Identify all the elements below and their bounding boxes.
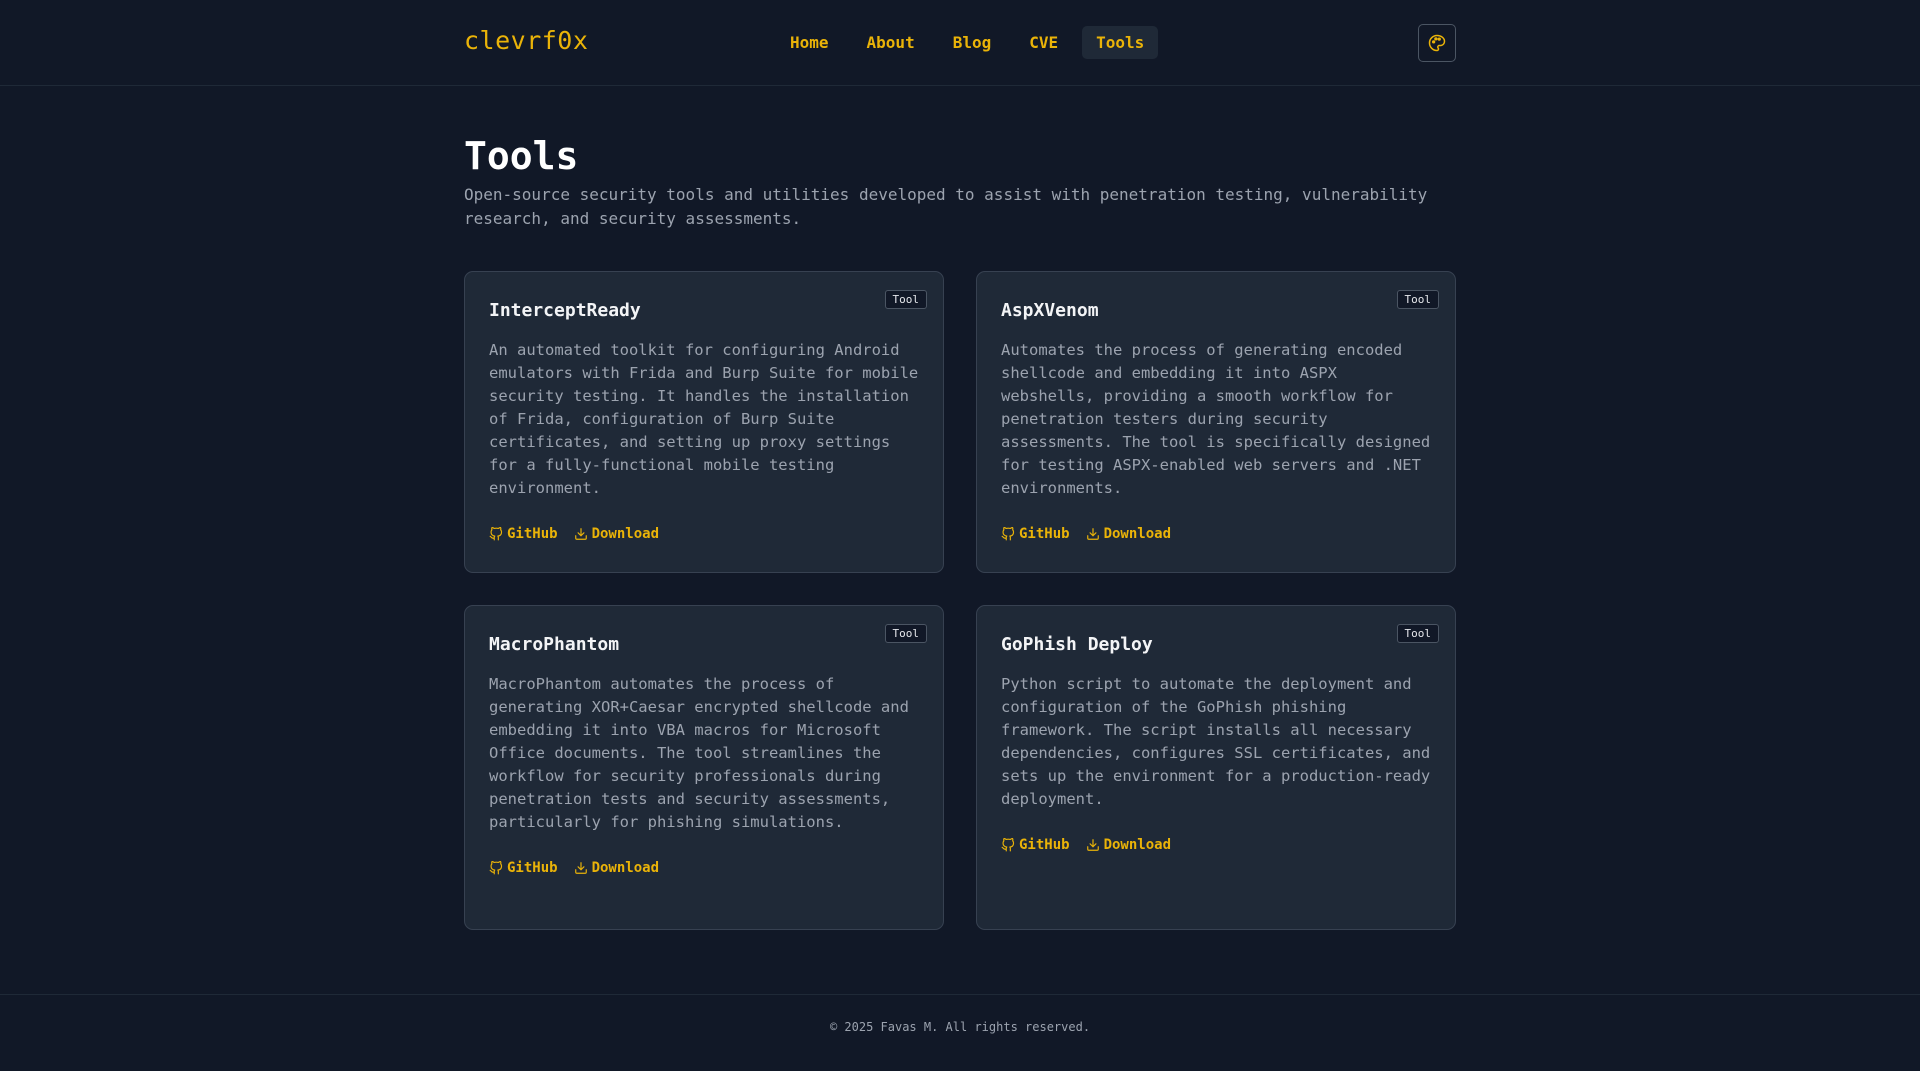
tool-card: Tool AspXVenom Automates the process of … (976, 271, 1456, 573)
tool-badge: Tool (1396, 290, 1439, 309)
tool-badge: Tool (884, 624, 927, 643)
tool-links: GitHub Download (1001, 526, 1431, 542)
palette-icon (1428, 34, 1446, 52)
site-footer: © 2025 Favas M. All rights reserved. (0, 994, 1920, 1071)
page-description: Open-source security tools and utilities… (464, 185, 1428, 228)
tool-links: GitHub Download (489, 860, 919, 876)
download-link[interactable]: Download (574, 526, 659, 542)
download-label: Download (591, 526, 660, 542)
download-icon (574, 862, 587, 874)
download-link[interactable]: Download (574, 860, 659, 876)
download-icon (574, 528, 587, 540)
tool-badge: Tool (1396, 624, 1439, 643)
download-icon (1086, 839, 1099, 851)
download-link[interactable]: Download (1086, 526, 1171, 542)
nav-tools[interactable]: Tools (1082, 26, 1159, 59)
site-header: clevrf0x Home About Blog CVE Tools (0, 0, 1920, 86)
github-icon (1001, 527, 1015, 541)
theme-toggle-button[interactable] (1418, 24, 1456, 62)
github-link[interactable]: GitHub (489, 860, 558, 876)
copyright-text: © 2025 Favas M. All rights reserved. (829, 1020, 1091, 1034)
tool-description: Automates the process of generating enco… (1001, 341, 1431, 497)
tool-description: Python script to automate the deployment… (1001, 675, 1431, 808)
github-link[interactable]: GitHub (1001, 837, 1070, 853)
download-label: Download (1103, 837, 1172, 853)
github-icon (1001, 838, 1015, 852)
github-icon (489, 861, 503, 875)
tool-title: InterceptReady (489, 300, 641, 321)
tool-title: GoPhish Deploy (1001, 634, 1153, 655)
download-link[interactable]: Download (1086, 837, 1171, 853)
tool-card: Tool MacroPhantom MacroPhantom automates… (464, 605, 944, 930)
tool-card: Tool GoPhish Deploy Python script to aut… (976, 605, 1456, 930)
download-label: Download (1103, 526, 1172, 542)
github-label: GitHub (507, 526, 558, 542)
tool-card: Tool InterceptReady An automated toolkit… (464, 271, 944, 573)
github-label: GitHub (1019, 837, 1070, 853)
github-link[interactable]: GitHub (1001, 526, 1070, 542)
github-label: GitHub (507, 860, 558, 876)
github-icon (489, 527, 503, 541)
github-label: GitHub (1019, 526, 1070, 542)
main-nav: Home About Blog CVE Tools (776, 26, 1159, 59)
brand-logo[interactable]: clevrf0x (464, 26, 588, 55)
tool-title: AspXVenom (1001, 300, 1099, 321)
nav-about[interactable]: About (853, 26, 929, 59)
tool-title: MacroPhantom (489, 634, 620, 655)
nav-home[interactable]: Home (776, 26, 843, 59)
tool-links: GitHub Download (489, 526, 919, 542)
nav-blog[interactable]: Blog (939, 26, 1006, 59)
tool-description: An automated toolkit for configuring And… (489, 341, 919, 497)
tool-badge: Tool (884, 290, 927, 309)
tool-description: MacroPhantom automates the process of ge… (489, 675, 909, 831)
page-title: Tools (464, 134, 579, 178)
download-icon (1086, 528, 1099, 540)
tool-links: GitHub Download (1001, 837, 1431, 853)
download-label: Download (591, 860, 660, 876)
nav-cve[interactable]: CVE (1015, 26, 1072, 59)
github-link[interactable]: GitHub (489, 526, 558, 542)
